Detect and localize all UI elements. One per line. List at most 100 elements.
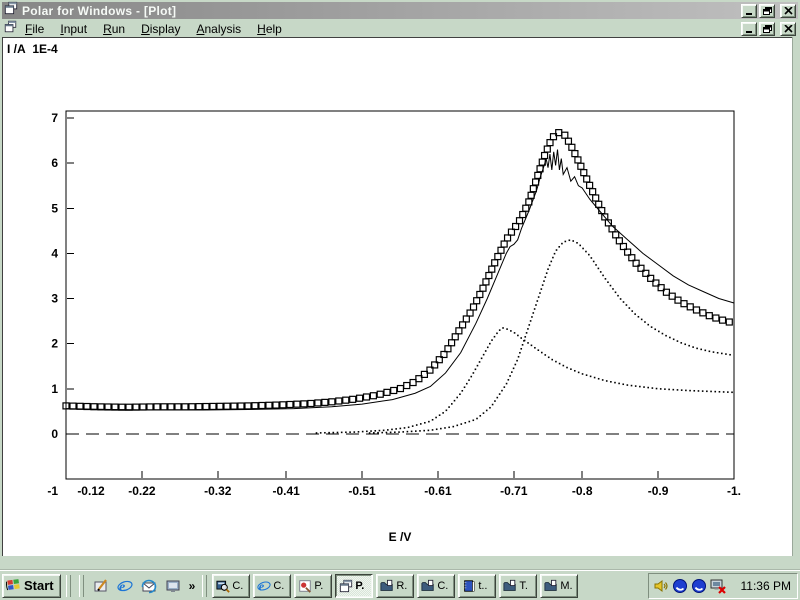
taskbar: Start e » C. eC. P. P. R. C. t.. T. M. 11:36 PM [0, 570, 800, 600]
taskbar-gripper[interactable] [79, 575, 84, 597]
minimize-button[interactable] [741, 4, 757, 18]
close-icon [784, 7, 793, 15]
task-button-3-paint-app-icon[interactable]: P. [294, 574, 332, 598]
svg-text:-0.71: -0.71 [500, 484, 528, 498]
menu-item-analysis[interactable]: Analysis [188, 21, 249, 37]
task-button-2-internet-explorer-icon[interactable]: eC. [253, 574, 291, 598]
folder-icon [544, 579, 558, 593]
internet-explorer-icon: e [117, 578, 133, 594]
menu-item-run[interactable]: Run [95, 21, 133, 37]
y-axis-unit-label: I /A 1E-4 [7, 42, 58, 56]
task-button-label: P. [355, 580, 364, 592]
plot-axes: 01234567-1-0.12-0.22-0.32-0.41-0.51-0.61… [47, 111, 741, 498]
plot-canvas[interactable]: 01234567-1-0.12-0.22-0.32-0.41-0.51-0.61… [3, 38, 792, 556]
svg-text:-0.8: -0.8 [572, 484, 593, 498]
task-button-7-notebook-icon[interactable]: t.. [458, 574, 496, 598]
quick-launch-overflow-chevron[interactable]: » [187, 579, 198, 593]
restore-button[interactable] [759, 4, 775, 18]
task-button-8-folder-icon[interactable]: T. [499, 574, 537, 598]
system-tray: 11:36 PM [648, 573, 798, 599]
folder-icon [380, 579, 394, 593]
polar-app-icon [4, 1, 18, 15]
search-window-icon [216, 579, 230, 593]
quick-launch-bar: e [89, 575, 185, 597]
child-restore-button[interactable] [759, 22, 775, 36]
desktop-screen: Polar for Windows - [Plot] FileInputRunD… [0, 0, 800, 600]
task-button-label: R. [396, 580, 407, 592]
series-component-peak-1-dotted [316, 327, 733, 434]
polar-app-icon [4, 20, 17, 33]
blue-orb-icon [672, 578, 688, 594]
task-button-4-polar-app-icon[interactable]: P. [335, 574, 373, 598]
svg-text:-0.41: -0.41 [272, 484, 300, 498]
svg-text:7: 7 [51, 111, 58, 125]
tray-blue-orb-icon[interactable] [691, 578, 707, 594]
task-button-5-folder-icon[interactable]: R. [376, 574, 414, 598]
task-button-9-folder-icon[interactable]: M. [540, 574, 578, 598]
svg-text:1: 1 [51, 382, 58, 396]
menu-item-file[interactable]: File [17, 21, 52, 37]
svg-text:6: 6 [51, 156, 58, 170]
windows-logo-icon [6, 577, 21, 592]
minimize-icon [745, 7, 754, 15]
quick-launch-viewer-icon[interactable] [163, 575, 183, 597]
svg-text:-0.12: -0.12 [77, 484, 105, 498]
quick-launch-outlook-express-icon[interactable] [139, 575, 159, 597]
taskbar-gripper[interactable] [66, 575, 71, 597]
quick-launch-internet-explorer-icon[interactable]: e [115, 575, 135, 597]
tray-blue-orb-icon[interactable] [672, 578, 688, 594]
close-button[interactable] [780, 4, 796, 18]
svg-text:3: 3 [51, 292, 58, 306]
svg-text:4: 4 [51, 246, 58, 260]
window-controls [741, 4, 796, 18]
app-icon[interactable] [4, 1, 18, 20]
child-minimize-button[interactable] [741, 22, 757, 36]
task-button-label: T. [519, 580, 528, 592]
network-error-icon [710, 578, 726, 594]
volume-icon [653, 578, 669, 594]
task-button-label: C. [437, 580, 448, 592]
task-button-label: P. [314, 580, 323, 592]
close-icon [784, 25, 793, 33]
client-right-margin [792, 37, 799, 556]
x-axis-label: E /V [389, 530, 412, 544]
child-window-controls [741, 22, 796, 36]
menu-bar: FileInputRunDisplayAnalysisHelp [2, 20, 798, 37]
folder-icon [503, 579, 517, 593]
tray-network-error-icon[interactable] [710, 578, 726, 594]
internet-explorer-icon: e [257, 579, 271, 593]
plot-document-icon[interactable] [4, 20, 17, 38]
svg-text:-0.61: -0.61 [424, 484, 452, 498]
viewer-icon [165, 578, 181, 594]
blue-orb-icon [691, 578, 707, 594]
window-title: Polar for Windows - [Plot] [22, 4, 176, 18]
taskbar-clock[interactable]: 11:36 PM [741, 579, 791, 593]
svg-text:0: 0 [51, 427, 58, 441]
task-button-label: t.. [478, 580, 487, 592]
menu-item-help[interactable]: Help [249, 21, 290, 37]
tray-icons [653, 578, 726, 594]
tray-volume-icon[interactable] [653, 578, 669, 594]
task-button-1-search-window-icon[interactable]: C. [212, 574, 250, 598]
svg-text:2: 2 [51, 337, 58, 351]
title-bar[interactable]: Polar for Windows - [Plot] [2, 2, 798, 19]
menu-item-display[interactable]: Display [133, 21, 188, 37]
minimize-icon [745, 25, 754, 33]
task-button-6-folder-icon[interactable]: C. [417, 574, 455, 598]
menu-item-input[interactable]: Input [52, 21, 95, 37]
task-button-label: C. [232, 580, 243, 592]
plot-client-area: 01234567-1-0.12-0.22-0.32-0.41-0.51-0.61… [2, 37, 792, 556]
windows-logo-icon [6, 577, 21, 595]
notebook-icon [462, 579, 476, 593]
restore-icon [763, 25, 772, 33]
task-button-label: M. [560, 580, 572, 592]
outlook-express-icon [141, 578, 157, 594]
quick-launch-show-desktop-icon[interactable] [91, 575, 111, 597]
series-component-peak-2-dotted [369, 239, 731, 433]
child-close-button[interactable] [780, 22, 796, 36]
show-desktop-icon [93, 578, 109, 594]
taskbar-gripper[interactable] [202, 575, 207, 597]
svg-text:-0.22: -0.22 [128, 484, 156, 498]
start-button[interactable]: Start [2, 574, 61, 598]
restore-icon [763, 7, 772, 15]
